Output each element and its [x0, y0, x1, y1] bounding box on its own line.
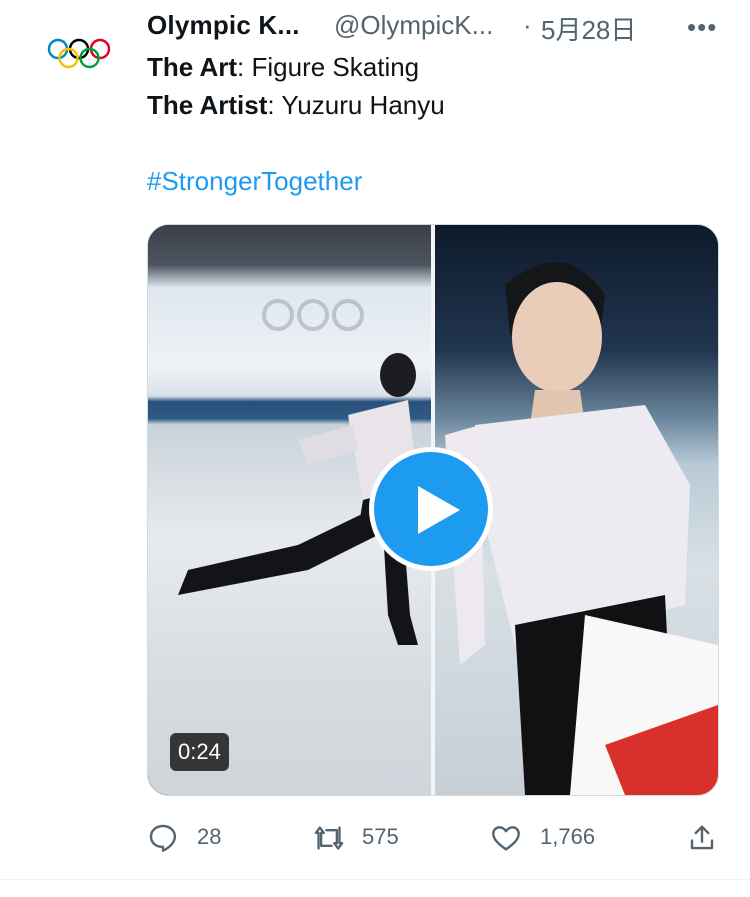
video-duration: 0:24: [170, 733, 229, 771]
tweet-date[interactable]: 5月28日: [541, 10, 636, 47]
text-label: The Artist: [147, 90, 268, 120]
olympic-rings-icon: [47, 38, 111, 69]
retweet-icon: [314, 826, 344, 850]
account-name[interactable]: Olympic K...: [147, 10, 300, 41]
play-button[interactable]: [369, 447, 493, 571]
hashtag-link[interactable]: #StrongerTogether: [147, 166, 362, 197]
tweet-text-line: The Artist: Yuzuru Hanyu: [147, 90, 445, 121]
avatar[interactable]: [34, 10, 124, 100]
reply-icon: [149, 824, 177, 852]
share-icon: [690, 825, 714, 850]
video-player[interactable]: 0:24: [147, 224, 719, 796]
like-count: 1,766: [540, 824, 596, 849]
separator-dot: ·: [523, 10, 532, 40]
reply-count: 28: [197, 824, 222, 849]
tweet-actions: 28 575 1,766: [147, 818, 727, 858]
play-icon: [418, 486, 460, 534]
tweet[interactable]: Olympic K... @OlympicK... · 5月28日 ••• Th…: [0, 0, 750, 880]
text-value: : Yuzuru Hanyu: [267, 90, 445, 120]
more-dots-icon[interactable]: •••: [687, 12, 717, 43]
tweet-divider: [0, 879, 750, 880]
text-value: : Figure Skating: [237, 52, 420, 82]
heart-icon: [492, 826, 520, 851]
tweet-text-line: The Art: Figure Skating: [147, 52, 419, 83]
retweet-count: 575: [362, 824, 399, 849]
account-handle[interactable]: @OlympicK...: [334, 10, 493, 41]
tweet-header: Olympic K... @OlympicK... · 5月28日 •••: [147, 10, 737, 47]
text-label: The Art: [147, 52, 238, 82]
